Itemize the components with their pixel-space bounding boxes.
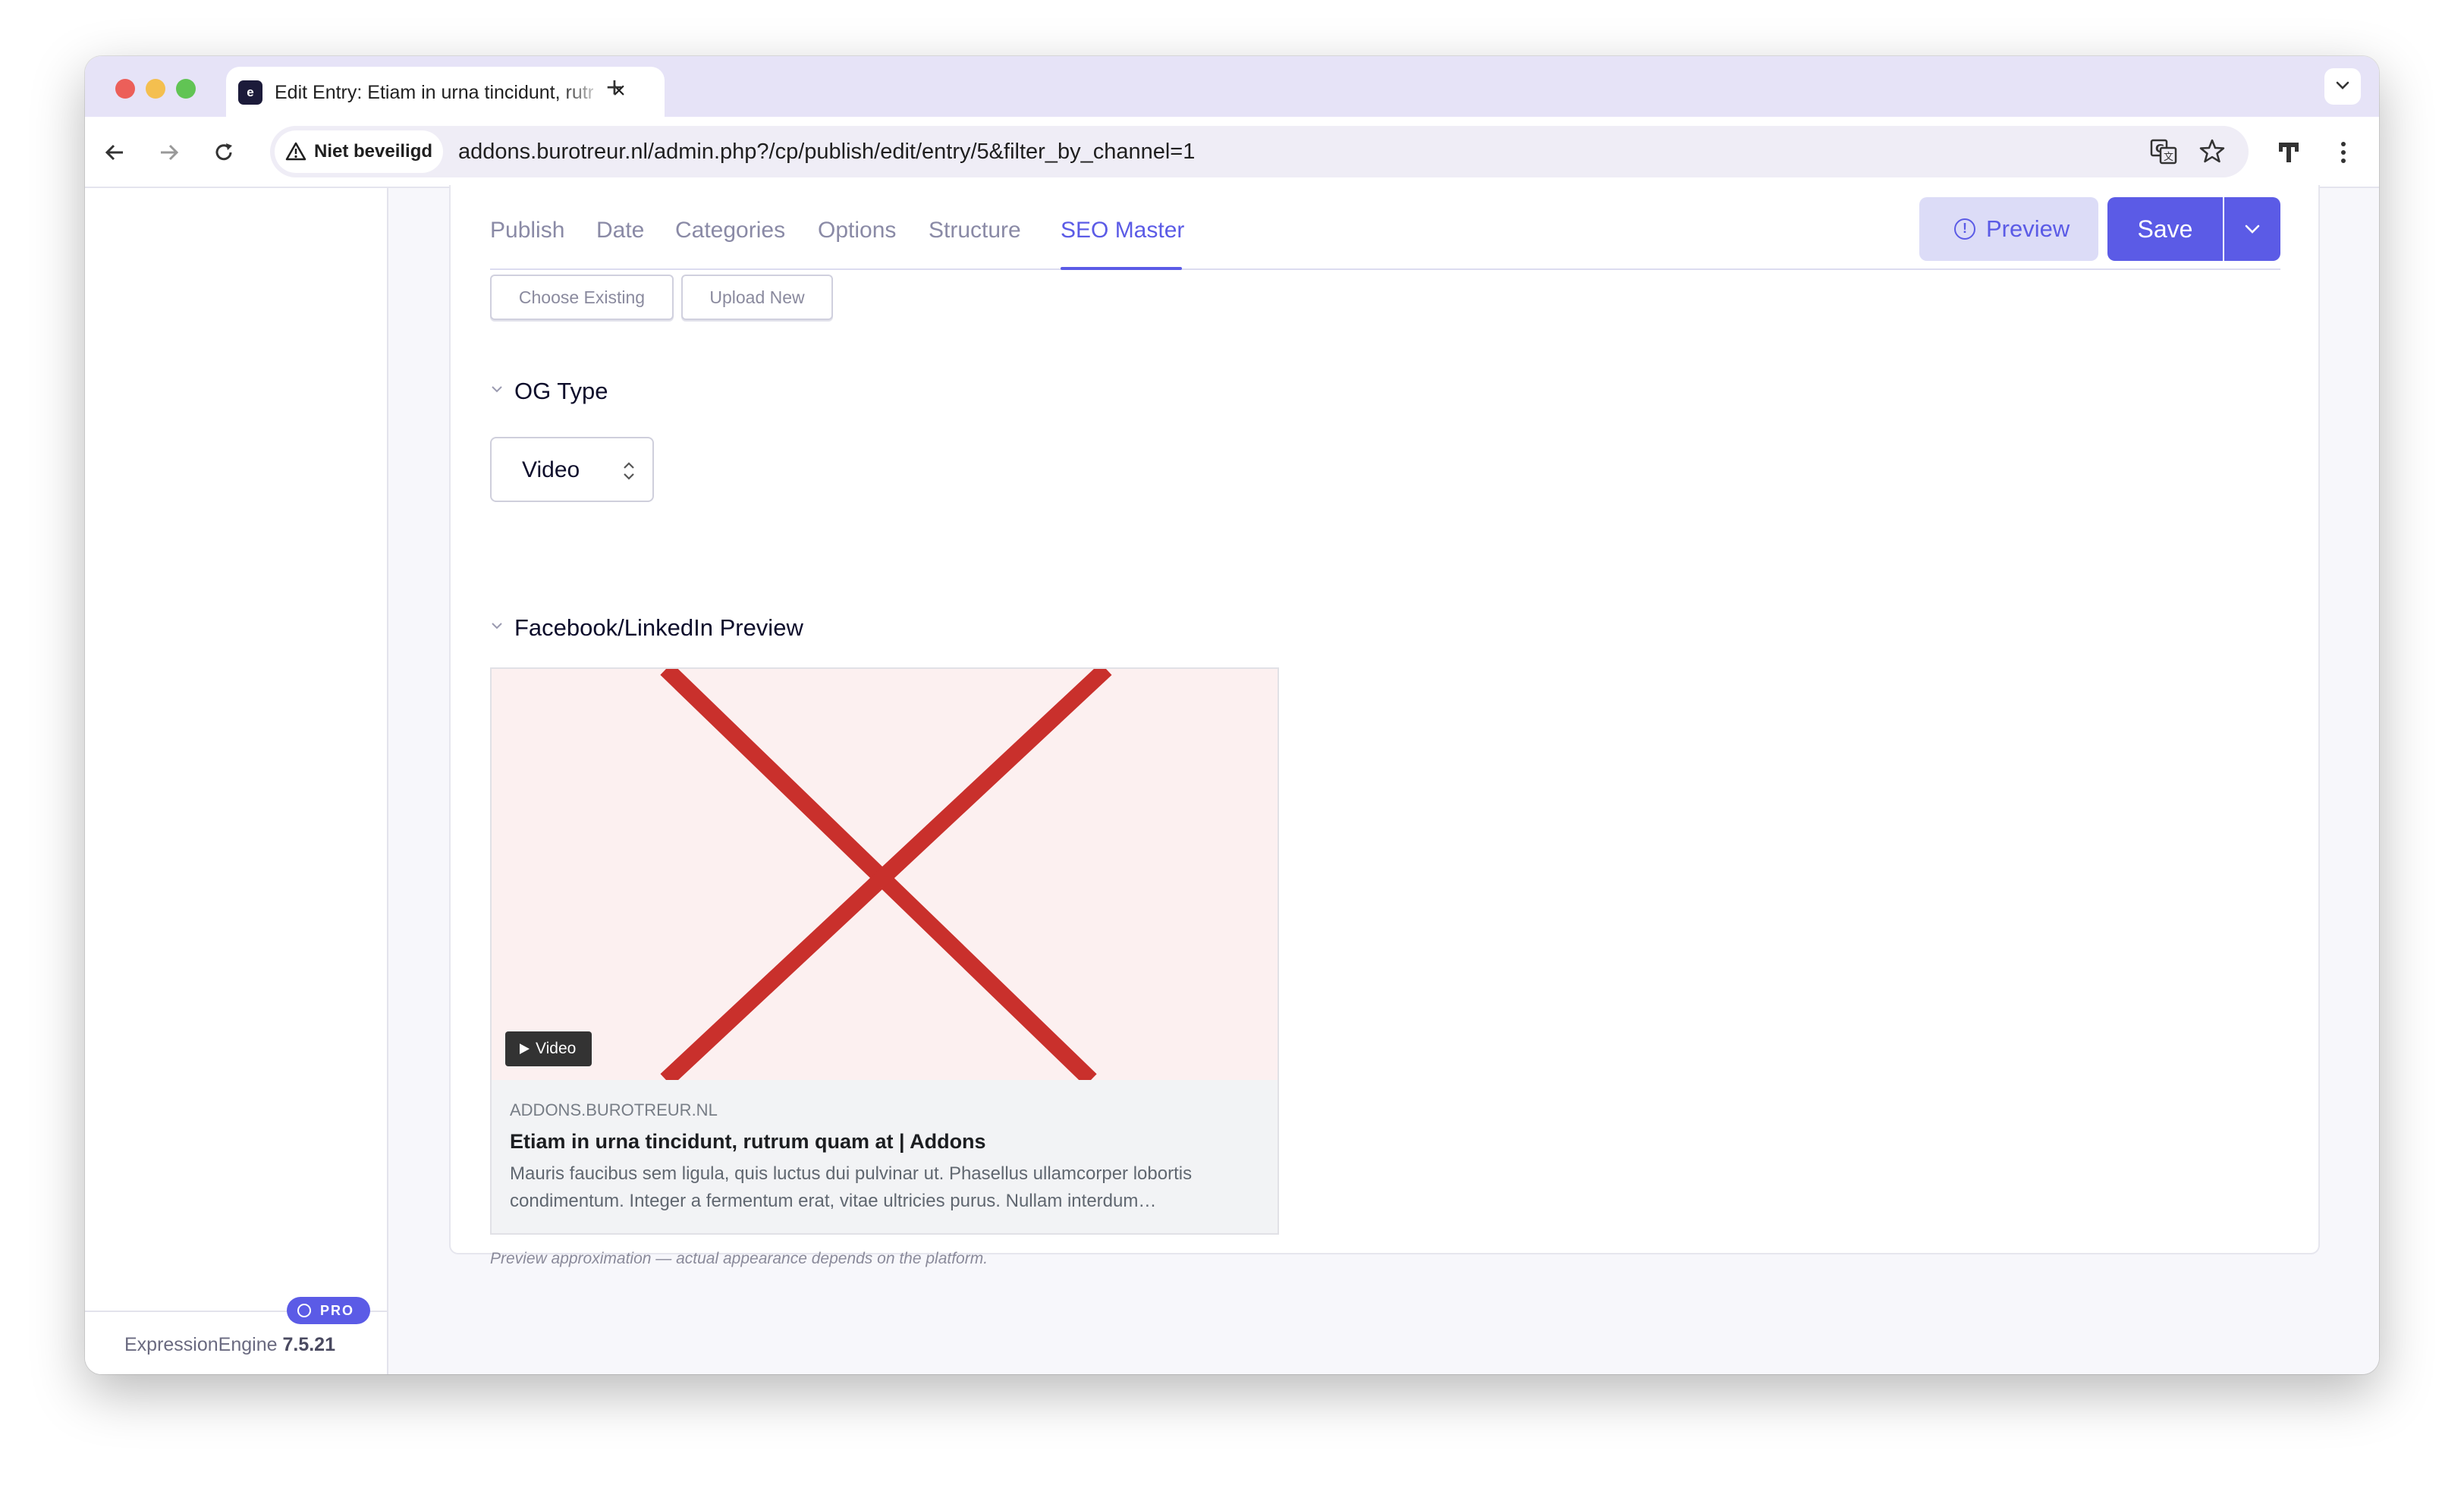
forward-button[interactable] xyxy=(150,133,188,171)
version-number: 7.5.21 xyxy=(282,1334,335,1355)
entry-form-card: Publish Date Categories Options Structur… xyxy=(449,185,2320,1267)
app-area: PRO ExpressionEngine 7.5.21 Publish Date… xyxy=(85,185,2379,1374)
info-circle-icon xyxy=(297,1304,311,1317)
tab-seo-master[interactable]: SEO Master xyxy=(1061,215,1184,246)
chevron-down-icon xyxy=(2245,224,2260,234)
browser-window: e Edit Entry: Etiam in urna tincidunt, r… xyxy=(85,56,2379,1374)
url-text[interactable]: addons.burotreur.nl/admin.php?/cp/publis… xyxy=(458,138,1195,165)
video-badge: Video xyxy=(505,1031,592,1066)
browser-toolbar: Niet beveiligd addons.burotreur.nl/admin… xyxy=(85,117,2379,188)
new-tab-button[interactable]: + xyxy=(598,71,631,105)
back-button[interactable] xyxy=(96,133,134,171)
zoom-window-button[interactable] xyxy=(176,79,196,99)
tab-options[interactable]: Options xyxy=(818,215,896,246)
warning-triangle-icon xyxy=(285,142,306,161)
back-arrow-icon xyxy=(105,144,123,161)
fb-preview-title: Etiam in urna tincidunt, rutrum quam at … xyxy=(510,1130,986,1153)
tab-categories[interactable]: Categories xyxy=(675,215,785,246)
preview-disclaimer: Preview approximation — actual appearanc… xyxy=(490,1250,988,1267)
chevron-down-icon xyxy=(2336,81,2349,89)
og-type-value: Video xyxy=(522,457,580,482)
fb-preview-description: Mauris faucibus sem ligula, quis luctus … xyxy=(510,1163,1193,1211)
tab-search-button[interactable] xyxy=(2324,68,2361,105)
save-options-button[interactable] xyxy=(2224,197,2280,261)
tab-title: Edit Entry: Etiam in urna tincidunt, rut… xyxy=(275,82,593,103)
og-type-select[interactable]: Video xyxy=(490,437,654,502)
reload-icon xyxy=(215,143,232,161)
sidebar-footer: PRO ExpressionEngine 7.5.21 xyxy=(85,1297,388,1374)
tab-date[interactable]: Date xyxy=(596,215,644,246)
broken-image-cross-icon xyxy=(660,669,1112,1080)
address-bar[interactable]: Niet beveiligd addons.burotreur.nl/admin… xyxy=(270,126,2249,177)
tab-structure[interactable]: Structure xyxy=(929,215,1021,246)
chevron-down-icon xyxy=(492,623,502,629)
security-label: Niet beveiligd xyxy=(314,141,433,162)
forward-arrow-icon xyxy=(161,144,179,161)
version-info: ExpressionEngine 7.5.21 xyxy=(124,1333,335,1356)
play-icon xyxy=(520,1044,530,1054)
fb-preview-label: Facebook/LinkedIn Preview xyxy=(514,614,803,641)
choose-existing-button[interactable]: Choose Existing xyxy=(490,275,674,320)
product-name: ExpressionEngine xyxy=(124,1334,278,1355)
save-button[interactable]: Save xyxy=(2107,197,2223,261)
upload-new-button[interactable]: Upload New xyxy=(681,275,833,320)
broken-image-placeholder: Video xyxy=(492,669,1278,1080)
pro-badge[interactable]: PRO xyxy=(287,1297,370,1324)
info-circle-icon: ! xyxy=(1954,218,1975,240)
tab-strip: e Edit Entry: Etiam in urna tincidunt, r… xyxy=(85,56,2379,117)
select-arrows-icon xyxy=(624,462,634,480)
tab-publish[interactable]: Publish xyxy=(490,215,564,246)
video-badge-label: Video xyxy=(536,1040,577,1057)
preview-label: Preview xyxy=(1986,215,2070,242)
reload-button[interactable] xyxy=(205,133,243,171)
sidebar: PRO ExpressionEngine 7.5.21 xyxy=(85,188,388,1374)
minimize-window-button[interactable] xyxy=(146,79,165,99)
facebook-preview-card: Video ADDONS.BUROTREUR.NL Etiam in urna … xyxy=(490,667,1279,1235)
extension-icon[interactable] xyxy=(2271,135,2306,170)
og-type-label: OG Type xyxy=(514,378,608,404)
fb-preview-domain: ADDONS.BUROTREUR.NL xyxy=(510,1100,718,1119)
star-icon[interactable] xyxy=(2197,137,2227,167)
site-info-chip[interactable]: Niet beveiligd xyxy=(275,130,443,173)
svg-text:文: 文 xyxy=(2164,152,2173,163)
close-window-button[interactable] xyxy=(115,79,135,99)
translate-icon[interactable]: G 文 xyxy=(2148,137,2179,167)
preview-button[interactable]: ! Preview xyxy=(1919,197,2098,261)
expressionengine-favicon-icon: e xyxy=(238,80,262,105)
kebab-menu-icon[interactable] xyxy=(2326,135,2361,170)
chevron-down-icon xyxy=(492,386,502,393)
active-tab-indicator xyxy=(1061,267,1182,270)
pro-badge-label: PRO xyxy=(320,1303,355,1318)
